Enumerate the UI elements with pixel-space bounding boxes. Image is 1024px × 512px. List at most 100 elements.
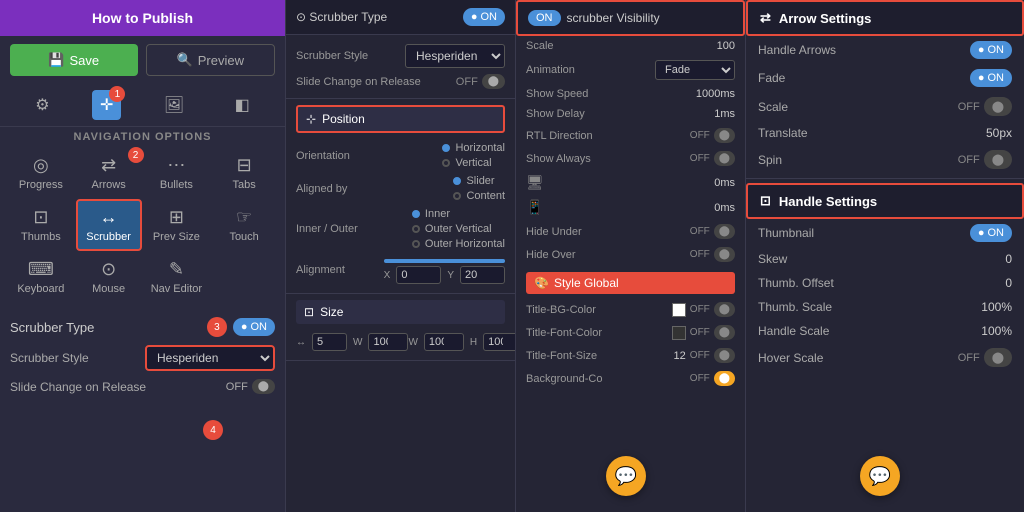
nav-item-bullets[interactable]: ⋯ Bullets <box>144 149 210 197</box>
size-h-input[interactable] <box>483 333 515 351</box>
translate-value: 50px <box>986 126 1012 140</box>
right-panel: ⇄ Arrow Settings Handle Arrows ● ON Fade… <box>745 0 1024 512</box>
toggle-dot-ha: ● <box>978 44 985 56</box>
nav-item-touch[interactable]: ☞ Touch <box>211 199 277 251</box>
size-arrows-icon: ↔ <box>296 337 306 348</box>
settings-icon-btn[interactable]: ⚙ <box>27 90 57 120</box>
title-font-color-control: OFF ⬤ <box>672 325 735 340</box>
size-inputs: ↔ W <box>296 333 408 351</box>
nav-item-arrows[interactable]: ⇄ Arrows 2 <box>76 149 142 197</box>
inner-outer-row: Inner / Outer Inner Outer Vertical Outer… <box>296 205 505 253</box>
scale-arrow-btn[interactable]: ⬤ <box>984 97 1012 116</box>
fade-toggle[interactable]: ● ON <box>970 69 1012 87</box>
badge-4-container: 4 <box>203 420 223 440</box>
radio-dot-inner <box>412 210 420 218</box>
spin-btn[interactable]: ⬤ <box>984 150 1012 169</box>
size-w3-input[interactable] <box>424 333 464 351</box>
monitor1-row: 🖥 0ms <box>516 170 745 195</box>
badge-3: 3 <box>207 317 227 337</box>
title-font-size-row: Title-Font-Size 12 OFF ⬤ <box>516 344 745 367</box>
radio-outer-horizontal[interactable]: Outer Horizontal <box>412 238 505 250</box>
rtl-btn[interactable]: ⬤ <box>714 128 735 143</box>
nav-item-keyboard[interactable]: ⌨ Keyboard <box>8 253 74 301</box>
thumb-scale-value: 100% <box>981 300 1012 314</box>
alignment-controls: X Y <box>384 256 505 284</box>
hide-under-btn[interactable]: ⬤ <box>714 224 735 239</box>
thumbnail-toggle[interactable]: ● ON <box>970 224 1012 242</box>
scrubber-type-mid-label: ⊙ Scrubber Type <box>296 10 387 24</box>
aligned-by-options: Slider Content <box>453 175 505 202</box>
animation-select[interactable]: Fade <box>655 60 735 80</box>
handle-arrows-toggle[interactable]: ● ON <box>970 41 1012 59</box>
x-input[interactable] <box>396 266 441 284</box>
title-font-toggle[interactable]: ⬤ <box>714 325 735 340</box>
radio-vertical[interactable]: Vertical <box>442 157 505 169</box>
nav-item-progress[interactable]: ◎ Progress <box>8 149 74 197</box>
scrubber-type-mid-toggle[interactable]: ● ON <box>463 8 505 26</box>
show-always-row: Show Always OFF ⬤ <box>516 147 745 170</box>
hide-over-btn[interactable]: ⬤ <box>714 247 735 262</box>
hide-over-toggle: OFF ⬤ <box>690 247 735 262</box>
size-w1-input[interactable] <box>312 333 347 351</box>
monitor1-icon: 🖥 <box>526 174 544 191</box>
monitor2-value: 0ms <box>714 202 735 214</box>
scale-arrow-row: Scale OFF ⬤ <box>746 92 1024 121</box>
visibility-toggle[interactable]: ON <box>528 10 561 26</box>
scrubber-type-toggle[interactable]: ● ON <box>233 318 275 336</box>
nav-item-tabs[interactable]: ⊟ Tabs <box>211 149 277 197</box>
alignment-bar[interactable] <box>384 259 505 263</box>
radio-inner[interactable]: Inner <box>412 208 505 220</box>
title-font-size-toggle[interactable]: ⬤ <box>714 348 735 363</box>
radio-outer-vertical[interactable]: Outer Vertical <box>412 223 505 235</box>
badge-4: 4 <box>203 420 223 440</box>
slide-change-mid-btn[interactable]: ⬤ <box>482 74 505 89</box>
skew-value: 0 <box>1005 252 1012 266</box>
radio-slider[interactable]: Slider <box>453 175 505 187</box>
radio-dot-horizontal <box>442 144 450 152</box>
rtl-row: RTL Direction OFF ⬤ <box>516 124 745 147</box>
orientation-row: Orientation Horizontal Vertical <box>296 139 505 172</box>
monitor1-value: 0ms <box>714 177 735 189</box>
show-always-btn[interactable]: ⬤ <box>714 151 735 166</box>
save-button[interactable]: 💾 Save <box>10 44 138 76</box>
bg-color-toggle[interactable]: ⬤ <box>714 371 735 386</box>
slide-change-btn[interactable]: ⬤ <box>252 379 275 394</box>
scrubber-style-select[interactable]: Hesperiden <box>145 345 275 371</box>
size-icon: ⊡ <box>304 305 314 319</box>
bullets-icon: ⋯ <box>167 155 185 176</box>
scrubber-style-mid-row: Scrubber Style Hesperiden <box>296 41 505 71</box>
nav-item-mouse[interactable]: ⊙ Mouse <box>76 253 142 301</box>
progress-icon: ◎ <box>33 155 49 176</box>
nav-item-scrubber[interactable]: ↔ Scrubber <box>76 199 142 251</box>
spin-toggle: OFF ⬤ <box>958 150 1012 169</box>
slide-change-toggle: OFF ⬤ <box>226 379 275 394</box>
y-input[interactable] <box>460 266 505 284</box>
aligned-by-row: Aligned by Slider Content <box>296 172 505 205</box>
thumbs-icon: ⊡ <box>33 207 48 228</box>
hover-scale-btn[interactable]: ⬤ <box>984 348 1012 367</box>
left-panel: How to Publish 💾 Save 🔍 Preview ⚙ ✛ 1 🖼 … <box>0 0 285 512</box>
radio-content[interactable]: Content <box>453 190 505 202</box>
size-w2-input[interactable] <box>368 333 408 351</box>
title-bg-toggle[interactable]: ⬤ <box>714 302 735 317</box>
stack-icon-btn[interactable]: ◧ <box>227 90 258 120</box>
save-icon: 💾 <box>48 52 64 68</box>
title-font-swatch[interactable] <box>672 326 686 340</box>
toggle-dot: ● <box>241 321 248 333</box>
fab-mid-button[interactable]: 💬 <box>606 456 646 496</box>
title-font-size-control: 12 OFF ⬤ <box>674 348 735 363</box>
nav-item-prev-size[interactable]: ⊞ Prev Size <box>144 199 210 251</box>
radio-horizontal[interactable]: Horizontal <box>442 142 505 154</box>
scrubber-style-mid-select[interactable]: Hesperiden <box>405 44 505 68</box>
fab-right-button[interactable]: 💬 <box>860 456 900 496</box>
title-bg-swatch[interactable] <box>672 303 686 317</box>
nav-options-label: NAVIGATION OPTIONS <box>0 127 285 145</box>
nav-item-nav-editor[interactable]: ✎ Nav Editor <box>144 253 210 301</box>
show-speed-value: 1000ms <box>696 88 735 100</box>
nav-item-thumbs[interactable]: ⊡ Thumbs <box>8 199 74 251</box>
title-bg-color-control: OFF ⬤ <box>672 302 735 317</box>
fade-row: Fade ● ON <box>746 64 1024 92</box>
preview-button[interactable]: 🔍 Preview <box>146 44 276 76</box>
nav-icon-btn[interactable]: ✛ 1 <box>92 90 121 120</box>
layers-icon-btn[interactable]: 🖼 <box>156 90 192 120</box>
